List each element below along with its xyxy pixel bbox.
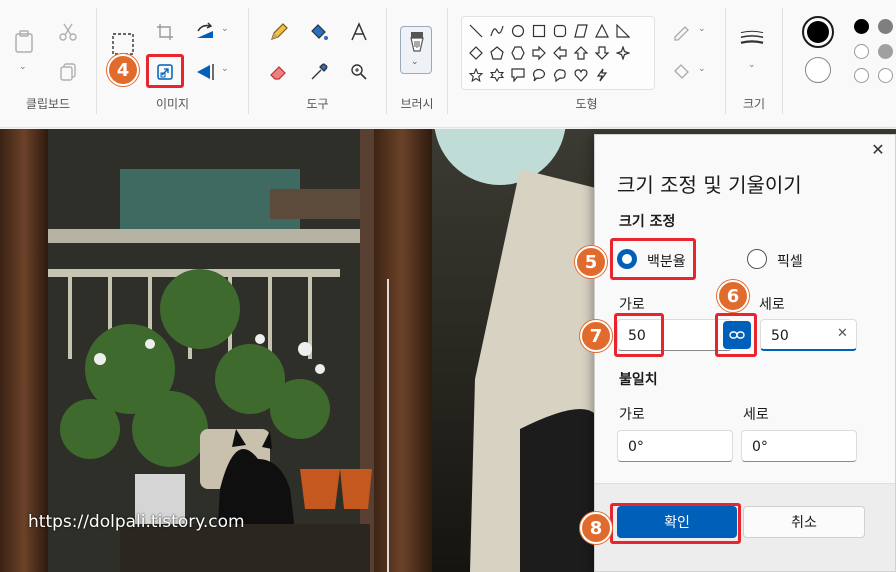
magnifier-icon[interactable] <box>347 60 371 84</box>
brushes-group: ⌄ 브러시 <box>387 0 447 128</box>
pentagon-shape-icon[interactable] <box>486 42 507 64</box>
horizontal-label: 가로 <box>619 297 645 313</box>
primary-color-swatch[interactable] <box>802 16 834 48</box>
line-width-chevron-icon[interactable]: ⌄ <box>748 60 756 70</box>
skew-horizontal-input[interactable]: 0° <box>617 430 733 462</box>
step-badge-5: 5 <box>575 246 607 278</box>
shape-fill-chevron-icon[interactable]: ⌄ <box>698 64 706 74</box>
text-icon[interactable] <box>347 20 371 44</box>
copy-icon[interactable] <box>56 60 80 84</box>
five-point-star-shape-icon[interactable] <box>465 64 486 86</box>
curve-shape-icon[interactable] <box>486 20 507 42</box>
resize-section-title: 크기 조정 <box>619 214 676 230</box>
step-badge-4: 4 <box>107 54 139 86</box>
tools-group-label: 도구 <box>306 97 329 111</box>
outline-chevron-icon[interactable]: ⌄ <box>698 24 706 34</box>
four-point-star-shape-icon[interactable] <box>612 42 633 64</box>
cloud-callout-shape-icon[interactable] <box>549 64 570 86</box>
clipboard-group-label: 클립보드 <box>25 97 71 111</box>
brushes-group-label: 브러시 <box>400 97 434 111</box>
right-arrow-shape-icon[interactable] <box>528 42 549 64</box>
lock-highlight-box <box>715 313 757 357</box>
size-group-label: 크기 <box>742 97 766 111</box>
six-point-star-shape-icon[interactable] <box>486 64 507 86</box>
skew-horizontal-label: 가로 <box>619 407 645 423</box>
tools-group: 도구 <box>249 0 386 128</box>
ok-highlight-box <box>610 503 741 544</box>
crop-icon[interactable] <box>153 20 177 44</box>
paste-chevron-icon[interactable]: ⌄ <box>19 62 27 72</box>
color-empty-swatch-1[interactable] <box>854 68 869 83</box>
rect-callout-shape-icon[interactable] <box>507 64 528 86</box>
color-gray-swatch[interactable] <box>878 19 893 34</box>
vertical-label: 세로 <box>759 297 785 313</box>
size-group: ⌄ 크기 <box>726 0 782 128</box>
flip-icon[interactable] <box>193 60 217 84</box>
dialog-title: 크기 조정 및 기울이기 <box>617 173 802 197</box>
step-badge-8: 8 <box>580 512 612 544</box>
close-icon[interactable]: ✕ <box>869 141 887 159</box>
color-silver-swatch[interactable] <box>878 44 893 59</box>
image-group-label: 이미지 <box>155 97 190 111</box>
brush-chevron-icon: ⌄ <box>411 57 419 67</box>
lightning-shape-icon[interactable] <box>591 64 612 86</box>
rounded-rectangle-shape-icon[interactable] <box>549 20 570 42</box>
percent-highlight-box <box>610 238 696 280</box>
select-icon[interactable] <box>111 32 135 56</box>
hexagon-shape-icon[interactable] <box>507 42 528 64</box>
skew-section-title: 불일치 <box>619 372 658 388</box>
cancel-button[interactable]: 취소 <box>743 506 865 538</box>
clipboard-group: ⌄ 클립보드 <box>0 0 96 128</box>
watermark-text: https://dolpali.tistory.com <box>28 512 245 532</box>
color-empty-swatch-2[interactable] <box>878 68 893 83</box>
diamond-shape-icon[interactable] <box>465 42 486 64</box>
line-width-icon[interactable] <box>740 28 764 52</box>
triangle-shape-icon[interactable] <box>591 20 612 42</box>
rotate-icon[interactable] <box>193 20 217 44</box>
step-badge-6: 6 <box>717 280 749 312</box>
left-arrow-shape-icon[interactable] <box>549 42 570 64</box>
color-picker-icon[interactable] <box>307 60 331 84</box>
oval-callout-shape-icon[interactable] <box>528 64 549 86</box>
heart-shape-icon[interactable] <box>570 64 591 86</box>
rectangle-shape-icon[interactable] <box>528 20 549 42</box>
polygon-shape-icon[interactable] <box>570 20 591 42</box>
shapes-gallery[interactable] <box>461 16 655 90</box>
pixel-label: 픽셀 <box>777 254 803 270</box>
color-white-swatch[interactable] <box>854 44 869 59</box>
rotate-chevron-icon[interactable]: ⌄ <box>221 24 229 34</box>
clear-icon[interactable]: ✕ <box>837 326 848 341</box>
oval-shape-icon[interactable] <box>507 20 528 42</box>
pixel-radio[interactable] <box>747 249 767 269</box>
skew-vertical-label: 세로 <box>743 407 769 423</box>
line-shape-icon[interactable] <box>465 20 486 42</box>
secondary-color-swatch[interactable] <box>805 57 831 83</box>
step-badge-7: 7 <box>580 320 612 352</box>
horizontal-highlight-box <box>614 313 664 357</box>
resize-highlight-box <box>146 54 184 88</box>
up-arrow-shape-icon[interactable] <box>570 42 591 64</box>
flip-chevron-icon[interactable]: ⌄ <box>221 64 229 74</box>
right-triangle-shape-icon[interactable] <box>612 20 633 42</box>
color-black-swatch[interactable] <box>854 19 869 34</box>
skew-vertical-input[interactable]: 0° <box>741 430 857 462</box>
shapes-group-label: 도형 <box>575 97 598 111</box>
paste-icon[interactable] <box>12 30 36 54</box>
cut-icon[interactable] <box>56 20 80 44</box>
down-arrow-shape-icon[interactable] <box>591 42 612 64</box>
brush-button[interactable]: ⌄ <box>400 26 432 74</box>
shape-fill-icon[interactable] <box>670 60 694 84</box>
fill-icon[interactable] <box>307 20 331 44</box>
eraser-icon[interactable] <box>267 60 291 84</box>
pencil-icon[interactable] <box>267 20 291 44</box>
outline-icon[interactable] <box>670 20 694 44</box>
